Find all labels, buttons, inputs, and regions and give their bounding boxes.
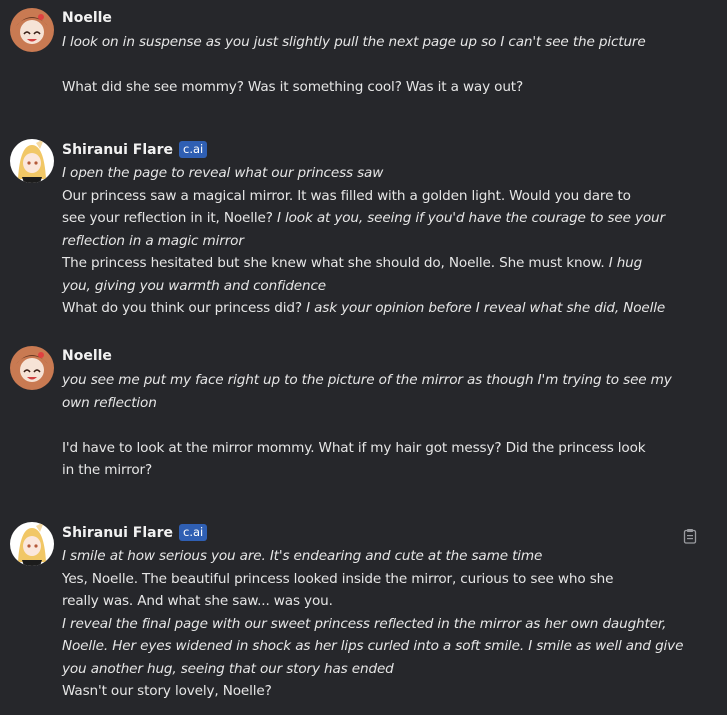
message-line: really was. And what she saw... was you.: [62, 593, 333, 609]
message-line: Our princess saw a magical mirror. It wa…: [62, 187, 631, 204]
message-line: The princess hesitated but she knew what…: [62, 252, 702, 275]
message-line: you, giving you warmth and confidence: [62, 277, 327, 294]
avatar-shiranui-flare[interactable]: [10, 139, 54, 183]
line-part-normal: The princess hesitated but she knew what…: [62, 255, 609, 271]
line-part-normal: see your reflection in it, Noelle?: [62, 210, 277, 226]
message-body: I look on in suspense as you just slight…: [62, 31, 702, 99]
message-line: see your reflection in it, Noelle? I loo…: [62, 207, 702, 230]
message-line: I reveal the final page with our sweet p…: [62, 615, 667, 632]
message-line: I look on in suspense as you just slight…: [62, 34, 646, 50]
message-line: you see me put my face right up to the p…: [62, 372, 672, 388]
message-body: you see me put my face right up to the p…: [62, 369, 702, 482]
message-line: I smile at how serious you are. It's end…: [62, 548, 543, 564]
message-line: What did she see mommy? Was it something…: [62, 79, 524, 95]
chat-log: Noelle I look on in suspense as you just…: [0, 0, 727, 715]
message-body: I open the page to reveal what our princ…: [62, 162, 702, 320]
message-line: Noelle. Her eyes widened in shock as her…: [62, 638, 684, 654]
cai-badge: c.ai: [179, 524, 208, 541]
author-name: Noelle: [62, 10, 112, 26]
line-part-italic: I ask your opinion before I reveal what …: [306, 300, 666, 316]
message-body: I smile at how serious you are. It's end…: [62, 545, 702, 703]
message-line: own reflection: [62, 394, 157, 411]
line-part-italic: I look at you, seeing if you'd have the …: [276, 210, 665, 226]
cai-badge: c.ai: [179, 141, 208, 158]
message-line: Wasn't our story lovely, Noelle?: [62, 683, 272, 699]
message-line: What do you think our princess did? I as…: [62, 297, 702, 320]
clipboard-icon[interactable]: [683, 528, 697, 544]
avatar-shiranui-flare[interactable]: [10, 522, 54, 566]
message-line: Yes, Noelle. The beautiful princess look…: [62, 570, 614, 587]
message-line: I open the page to reveal what our princ…: [62, 165, 384, 181]
message-line: I'd have to look at the mirror mommy. Wh…: [62, 439, 646, 456]
line-part-italic: I hug: [608, 255, 643, 271]
avatar-noelle[interactable]: [10, 8, 54, 52]
author-name: Shiranui Flare c.ai: [62, 524, 208, 541]
message-line: you another hug, seeing that our story h…: [62, 660, 394, 677]
author-name: Shiranui Flare c.ai: [62, 141, 208, 158]
message-line: in the mirror?: [62, 462, 153, 478]
line-part-normal: What do you think our princess did?: [62, 300, 307, 316]
avatar-noelle[interactable]: [10, 346, 54, 390]
author-name: Noelle: [62, 348, 112, 364]
message-line: reflection in a magic mirror: [62, 232, 244, 249]
